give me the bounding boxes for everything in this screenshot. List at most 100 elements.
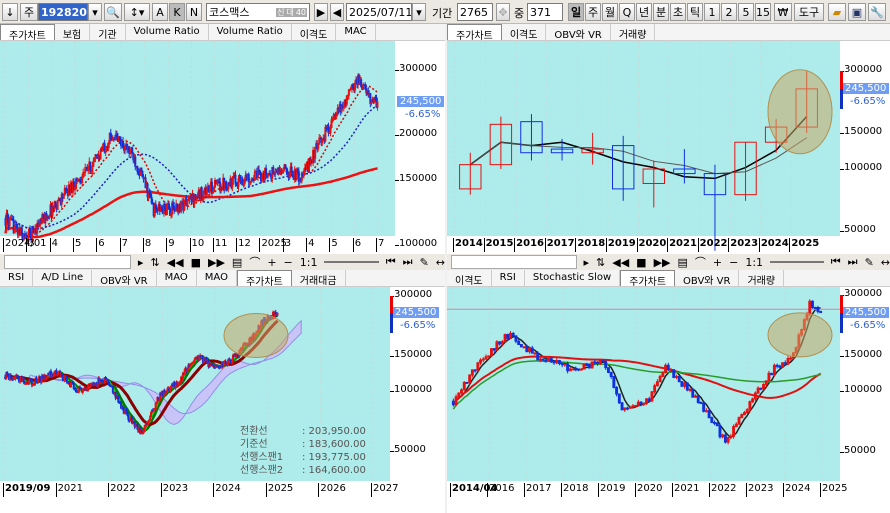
letter-k-button[interactable]: K	[169, 3, 185, 21]
tab-6[interactable]: MAC	[336, 24, 376, 40]
fast-forward-icon[interactable]: ▶▶	[654, 256, 671, 269]
letter-a-button[interactable]: A	[152, 3, 168, 21]
tab-6[interactable]: 거래대금	[292, 270, 346, 286]
stock-name-field[interactable]: 코스맥스 신 대 40	[206, 3, 310, 21]
tab-4[interactable]: MAO	[197, 270, 237, 286]
candle-down	[585, 363, 589, 366]
stock-code-input[interactable]: 192820	[38, 3, 88, 21]
interval-button-7[interactable]: 틱	[687, 3, 703, 21]
tab-0[interactable]: 주가차트	[447, 24, 502, 40]
auto-scale-icon[interactable]: ⇅	[596, 256, 605, 269]
tab-0[interactable]: RSI	[0, 270, 34, 286]
interval-button-8[interactable]: 1	[704, 3, 720, 21]
rewind-icon[interactable]: ◀◀	[612, 256, 629, 269]
tab-3[interactable]: Volume Ratio	[126, 24, 209, 40]
date-input[interactable]: 2025/07/11	[346, 3, 412, 21]
scroll-right-button[interactable]: ▸	[138, 256, 144, 269]
fast-forward-icon[interactable]: ▶▶	[208, 256, 225, 269]
zoom-in-icon[interactable]: +	[267, 256, 276, 269]
tab-3[interactable]: 거래량	[611, 24, 656, 40]
tab-1[interactable]: 보험	[55, 24, 91, 40]
zoom-ratio[interactable]: 1:1	[300, 256, 318, 269]
last-page-icon[interactable]: ⏭	[403, 255, 413, 269]
tab-1[interactable]: 이격도	[502, 24, 547, 40]
chart-type-icon[interactable]: ⌒	[695, 254, 706, 270]
scroll-right-button[interactable]: ▸	[584, 256, 590, 269]
tab-2[interactable]: Stochastic Slow	[525, 270, 621, 286]
tab-1[interactable]: RSI	[492, 270, 525, 286]
first-page-icon[interactable]: ⏮	[831, 255, 841, 269]
layout-icon[interactable]: ▤	[232, 256, 242, 269]
candle-down	[128, 146, 131, 154]
tab-2[interactable]: 기관	[90, 24, 126, 40]
rewind-icon[interactable]: ◀◀	[167, 256, 184, 269]
price-chart[interactable]	[0, 41, 395, 245]
layout-icon[interactable]: ▤	[678, 256, 688, 269]
tab-5[interactable]: 이격도	[292, 24, 337, 40]
tab-2[interactable]: OBV와 VR	[92, 270, 157, 286]
code-dropdown-button[interactable]: ▾	[88, 3, 102, 21]
tab-3[interactable]: MAO	[157, 270, 197, 286]
auto-scale-icon[interactable]: ⇅	[150, 256, 159, 269]
interval-button-0[interactable]: 일	[568, 3, 584, 21]
tab-5[interactable]: 주가차트	[236, 270, 292, 286]
tab-0[interactable]: 이격도	[447, 270, 492, 286]
first-page-icon[interactable]: ⏮	[386, 255, 396, 269]
count-input[interactable]: 371	[527, 3, 563, 21]
zoom-ratio[interactable]: 1:1	[745, 256, 763, 269]
period-input[interactable]: 2765	[457, 3, 493, 21]
expand-icon[interactable]: ↔	[881, 256, 890, 269]
interval-button-4[interactable]: 년	[636, 3, 652, 21]
zoom-out-icon[interactable]: −	[729, 256, 738, 269]
date-dropdown-button[interactable]: ▾	[412, 3, 426, 21]
tab-5[interactable]: 거래량	[739, 270, 785, 286]
stock-type-button[interactable]: 주	[20, 3, 38, 21]
candle-down	[111, 385, 114, 393]
prev-button[interactable]: ◀	[330, 3, 344, 21]
move-icon[interactable]: ✥	[496, 3, 510, 21]
zoom-in-icon[interactable]: +	[713, 256, 722, 269]
chart-type-icon[interactable]: ⌒	[249, 254, 260, 270]
edit-icon[interactable]: ✎	[420, 256, 429, 269]
tab-0[interactable]: 주가차트	[0, 24, 55, 40]
open-folder-icon[interactable]: ▰	[828, 3, 846, 21]
interval-button-11[interactable]: 15	[755, 3, 771, 21]
interval-button-9[interactable]: 2	[721, 3, 737, 21]
tab-4[interactable]: OBV와 VR	[675, 270, 740, 286]
next-button[interactable]: ▶	[314, 3, 328, 21]
search-icon[interactable]: 🔍	[104, 3, 122, 21]
arrow-down-button[interactable]: ↓	[2, 3, 18, 21]
tab-2[interactable]: OBV와 VR	[546, 24, 611, 40]
ichimoku-label: 선행스팬1	[240, 452, 284, 463]
last-page-icon[interactable]: ⏭	[848, 255, 858, 269]
currency-button[interactable]: ₩	[774, 3, 792, 21]
price-chart[interactable]	[447, 287, 840, 481]
interval-button-10[interactable]: 5	[738, 3, 754, 21]
interval-button-3[interactable]: Q	[619, 3, 635, 21]
tab-4[interactable]: Volume Ratio	[209, 24, 292, 40]
candle-down	[517, 340, 521, 345]
wrench-icon[interactable]: 🔧	[868, 3, 886, 21]
letter-n-button[interactable]: N	[186, 3, 202, 21]
candle-up	[756, 387, 760, 394]
tab-3[interactable]: 주가차트	[620, 270, 676, 286]
horizontal-scrollbar[interactable]	[4, 255, 131, 269]
price-chart[interactable]	[447, 41, 840, 251]
save-icon[interactable]: ▣	[848, 3, 866, 21]
expand-icon[interactable]: ↔	[436, 256, 445, 269]
interval-button-2[interactable]: 월	[602, 3, 618, 21]
tab-1[interactable]: A/D Line	[33, 270, 93, 286]
interval-button-5[interactable]: 분	[653, 3, 669, 21]
stop-icon[interactable]: ■	[191, 256, 201, 269]
interval-button-1[interactable]: 주	[585, 3, 601, 21]
sort-dropdown-button[interactable]: ↕▾	[124, 3, 150, 21]
interval-button-6[interactable]: 초	[670, 3, 686, 21]
edit-icon[interactable]: ✎	[865, 256, 874, 269]
zoom-out-icon[interactable]: −	[284, 256, 293, 269]
zoom-slider[interactable]	[770, 261, 824, 263]
tools-button[interactable]: 도구	[794, 3, 824, 21]
stop-icon[interactable]: ■	[636, 256, 646, 269]
candle-up	[208, 186, 211, 193]
horizontal-scrollbar[interactable]	[451, 255, 577, 269]
zoom-slider[interactable]	[324, 261, 379, 263]
